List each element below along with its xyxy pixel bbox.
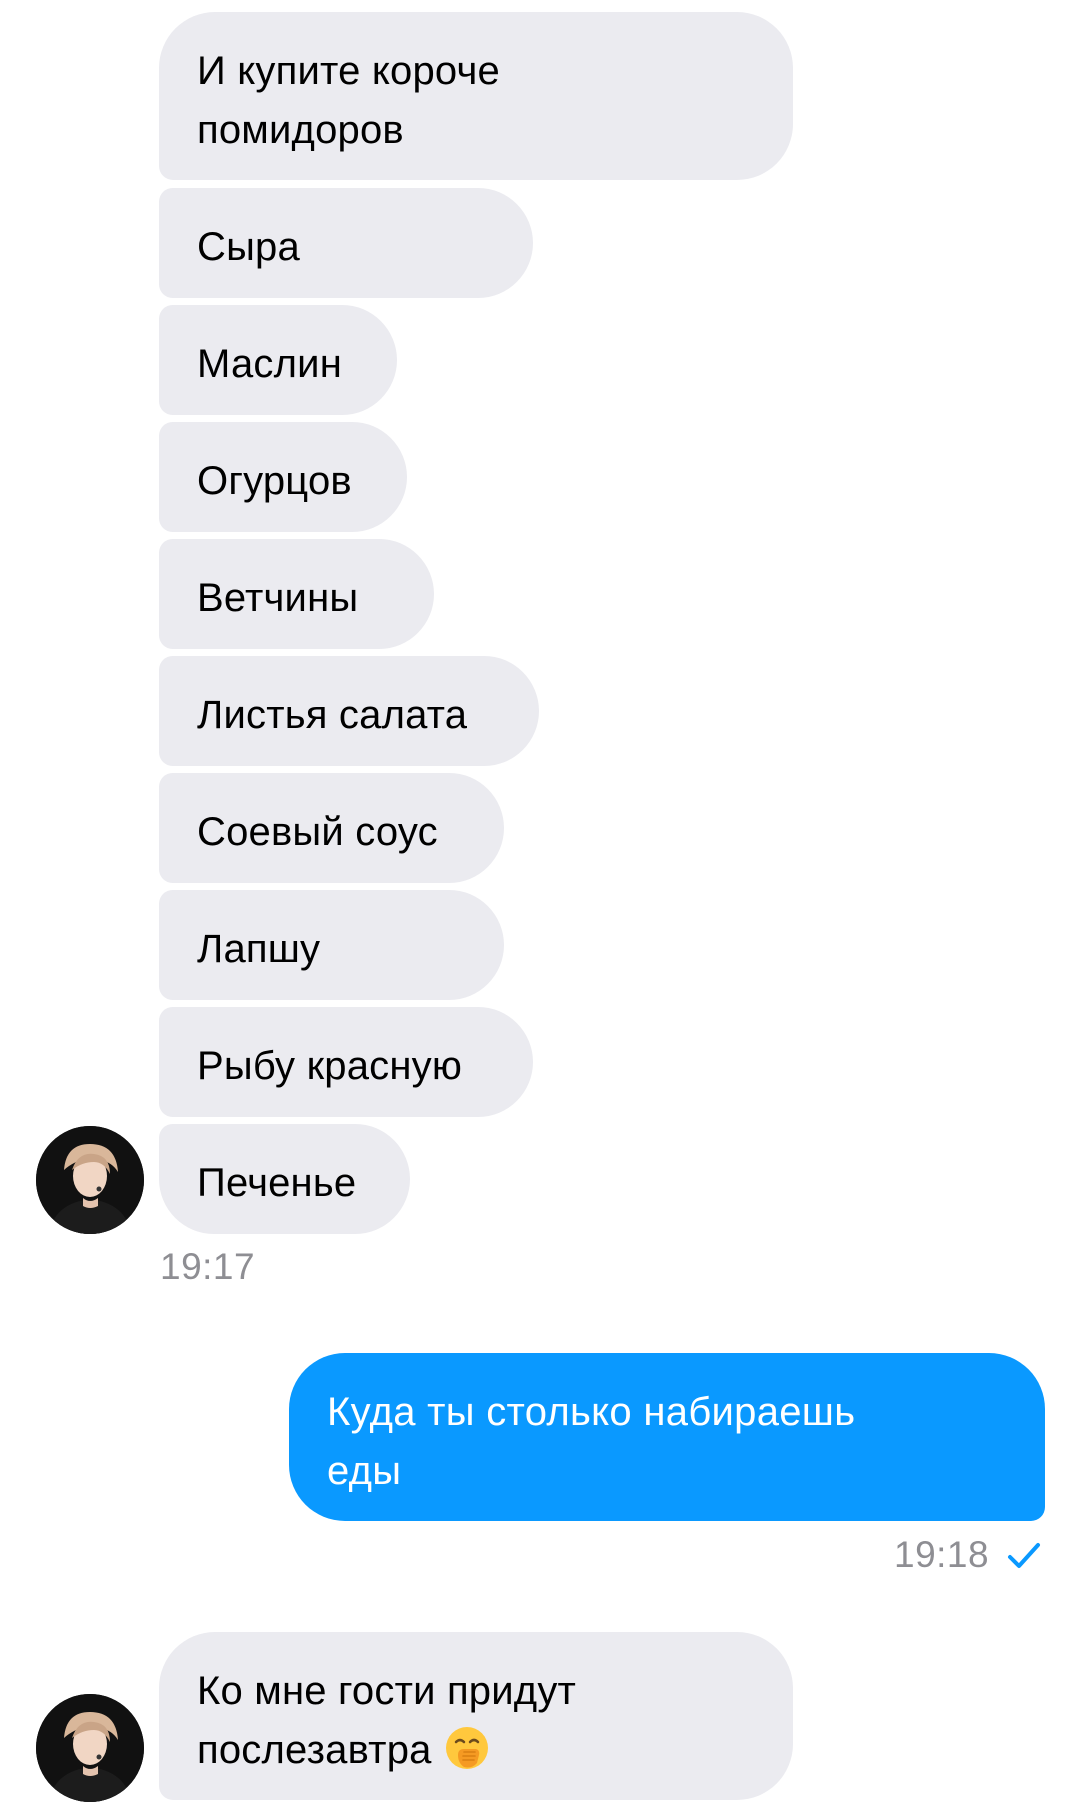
message-text: Маслин xyxy=(197,342,342,386)
message-text: И купите короче xyxy=(197,49,500,93)
message-text: Лапшу xyxy=(197,927,321,971)
message-bubble-outgoing[interactable]: Куда ты столько набираешь еды xyxy=(289,1353,1045,1521)
message-text: послезавтра xyxy=(197,1728,432,1772)
message-text: Сыра xyxy=(197,225,300,269)
message-text: помидоров xyxy=(197,108,404,152)
avatar-photo xyxy=(36,1694,144,1802)
message-bubble-incoming[interactable]: Маслин xyxy=(159,305,397,415)
message-text: Листья салата xyxy=(197,693,468,737)
message-text: Соевый соус xyxy=(197,810,438,854)
message-bubble-incoming[interactable]: Рыбу красную xyxy=(159,1007,533,1117)
contact-avatar[interactable] xyxy=(36,1126,144,1234)
message-bubble-incoming[interactable]: Соевый соус xyxy=(159,773,504,883)
message-bubble-incoming[interactable]: Сыра xyxy=(159,188,533,298)
message-bubble-incoming[interactable]: И купите короче помидоров xyxy=(159,12,793,180)
message-bubble-incoming[interactable]: Ветчины xyxy=(159,539,434,649)
message-timestamp: 19:17 xyxy=(160,1246,256,1287)
message-text: еды xyxy=(327,1449,402,1493)
message-bubble-incoming[interactable]: Огурцов xyxy=(159,422,407,532)
face-with-hand-over-mouth-emoji xyxy=(445,1727,488,1769)
avatar-photo xyxy=(36,1126,144,1234)
contact-avatar[interactable] xyxy=(36,1694,144,1802)
chat-thread: И купите короче помидоров Сыра Маслин Ог… xyxy=(0,0,1080,1806)
message-bubble-incoming[interactable]: Листья салата xyxy=(159,656,539,766)
message-text: Огурцов xyxy=(197,459,352,503)
message-text: Ветчины xyxy=(197,576,359,620)
message-bubble-incoming[interactable]: Печенье xyxy=(159,1124,410,1234)
message-text: Рыбу красную xyxy=(197,1044,463,1088)
message-bubble-incoming[interactable]: Лапшу xyxy=(159,890,504,1000)
message-text: Ко мне гости придут xyxy=(197,1669,577,1713)
message-text: Печенье xyxy=(197,1161,357,1205)
message-text: Куда ты столько набираешь xyxy=(327,1390,856,1434)
read-check-icon xyxy=(1008,1543,1040,1568)
message-timestamp: 19:18 xyxy=(894,1534,990,1575)
message-bubble-incoming[interactable]: Ко мне гости придут послезавтра xyxy=(159,1632,793,1800)
